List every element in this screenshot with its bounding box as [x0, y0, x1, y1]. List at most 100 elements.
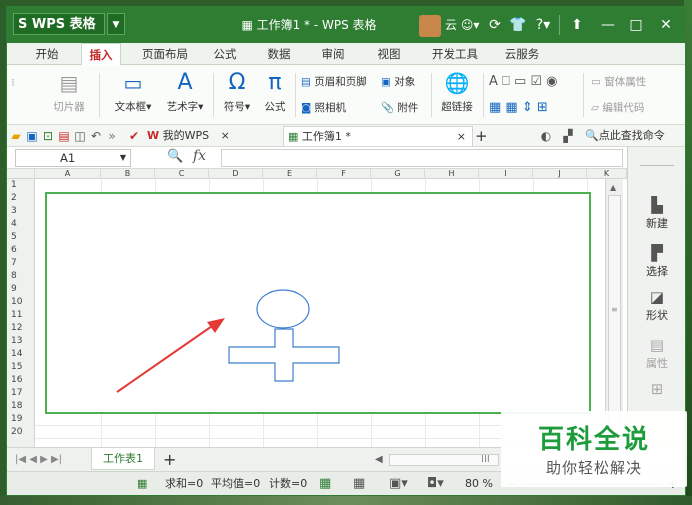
task-select-button[interactable]: ▛ 选择: [628, 243, 686, 279]
help-button[interactable]: ?▾: [531, 7, 555, 43]
row-header[interactable]: 5: [7, 231, 35, 244]
skin-icon[interactable]: 👕: [507, 7, 529, 43]
tab-settings-icon[interactable]: ▞: [561, 127, 575, 145]
row-header[interactable]: 7: [7, 257, 35, 270]
cross-shape[interactable]: [228, 328, 340, 382]
column-header[interactable]: E: [263, 169, 317, 179]
column-header[interactable]: K: [587, 169, 627, 179]
row-header[interactable]: 4: [7, 218, 35, 231]
open-folder-icon[interactable]: ▰: [9, 127, 23, 145]
form-controls-row2[interactable]: ▦ ▦ ⇕ ⊞: [489, 99, 548, 117]
minimize-button[interactable]: —: [595, 7, 621, 43]
symbol-button[interactable]: Ω 符号▾: [219, 65, 255, 125]
sheet-tab-1[interactable]: 工作表1: [91, 448, 155, 470]
slicer-button[interactable]: ▤ 切片器: [47, 65, 91, 125]
row-header[interactable]: 18: [7, 400, 35, 413]
column-header[interactable]: J: [533, 169, 587, 179]
tab-home[interactable]: 开始: [27, 43, 67, 65]
row-header[interactable]: 1: [7, 179, 35, 192]
hscroll-left-icon[interactable]: ◀: [375, 448, 383, 472]
collapse-ribbon-icon[interactable]: ⬆: [565, 7, 589, 43]
column-header[interactable]: D: [209, 169, 263, 179]
header-footer-button[interactable]: ▤ 页眉和页脚: [301, 73, 367, 91]
restore-button[interactable]: □: [623, 7, 649, 43]
row-header[interactable]: 6: [7, 244, 35, 257]
close-button[interactable]: ✕: [653, 7, 679, 43]
pin-icon[interactable]: ✔: [127, 127, 141, 145]
tab-cloud-services[interactable]: 云服务: [497, 43, 547, 65]
column-header[interactable]: C: [155, 169, 209, 179]
wordart-button[interactable]: A 艺术字▾: [161, 65, 209, 125]
textbox-button[interactable]: ▭ 文本框▾: [107, 65, 159, 125]
print-preview-icon[interactable]: ◫: [73, 127, 87, 145]
row-header[interactable]: 8: [7, 270, 35, 283]
camera-button[interactable]: ◙ 照相机: [301, 99, 346, 117]
tab-view[interactable]: 视图: [369, 43, 409, 65]
tab-workbook1[interactable]: ▦ 工作簿1 * ×: [283, 126, 473, 146]
attachment-button[interactable]: 📎 附件: [381, 99, 418, 117]
tab-review[interactable]: 审阅: [313, 43, 353, 65]
app-menu-dropdown[interactable]: ▼: [107, 13, 125, 35]
vertical-scrollbar[interactable]: ▲ ≡: [605, 179, 623, 447]
name-box[interactable]: A1 ▼: [15, 149, 131, 167]
undo-icon[interactable]: ↶: [89, 127, 103, 145]
close-tab-icon[interactable]: ×: [457, 127, 466, 147]
equation-button[interactable]: π 公式: [257, 65, 293, 125]
row-header[interactable]: 11: [7, 309, 35, 322]
task-shape-button[interactable]: ◪ 形状: [628, 287, 686, 323]
status-calc-icon[interactable]: ▦: [137, 472, 147, 496]
export-icon[interactable]: ⊡: [41, 127, 55, 145]
page-layout-view-icon[interactable]: ▦: [353, 472, 365, 496]
row-header[interactable]: 13: [7, 335, 35, 348]
wps-logo-button[interactable]: S WPS 表格: [13, 13, 105, 35]
task-properties-button[interactable]: ▤ 属性: [628, 335, 686, 371]
row-header[interactable]: 20: [7, 426, 35, 439]
hyperlink-button[interactable]: 🌐 超链接: [435, 65, 479, 125]
row-header[interactable]: 14: [7, 348, 35, 361]
sync-icon[interactable]: ⟳: [485, 7, 505, 43]
object-button[interactable]: ▣ 对象: [381, 73, 415, 91]
edit-code-button[interactable]: ▱ 编辑代码: [591, 99, 644, 117]
row-header[interactable]: 3: [7, 205, 35, 218]
select-all-corner[interactable]: [7, 169, 35, 179]
ribbon-scroll-left[interactable]: ⁝: [7, 65, 19, 125]
formula-input[interactable]: [221, 149, 623, 167]
form-controls-row1[interactable]: A ⎕ ▭ ☑ ◉: [489, 73, 558, 91]
task-more-button[interactable]: ⊞: [628, 379, 686, 399]
form-properties-button[interactable]: ▭ 窗体属性: [591, 73, 646, 91]
row-header[interactable]: 12: [7, 322, 35, 335]
zoom-formula-icon[interactable]: 🔍: [167, 149, 183, 164]
add-sheet-button[interactable]: +: [163, 448, 176, 472]
tab-data[interactable]: 数据: [259, 43, 299, 65]
column-header[interactable]: B: [101, 169, 155, 179]
new-tab-button[interactable]: +: [475, 126, 488, 146]
user-avatar[interactable]: [419, 15, 441, 37]
tab-developer[interactable]: 开发工具: [425, 43, 485, 65]
command-search[interactable]: 🔍点此查找命令: [585, 126, 665, 146]
task-new-button[interactable]: ▙ 新建: [628, 195, 686, 231]
close-tab-icon[interactable]: ×: [221, 129, 230, 142]
row-header[interactable]: 10: [7, 296, 35, 309]
row-header[interactable]: 2: [7, 192, 35, 205]
row-header[interactable]: 17: [7, 387, 35, 400]
worksheet-grid[interactable]: A B C D E F G H I J K 1 2 3 4 5 6 7 8 9 …: [7, 169, 627, 447]
column-header[interactable]: G: [371, 169, 425, 179]
tab-my-wps[interactable]: W 我的WPS ×: [147, 126, 230, 146]
reading-mode-icon[interactable]: ◘▾: [427, 472, 444, 496]
tab-page-layout[interactable]: 页面布局: [137, 43, 193, 65]
row-header[interactable]: 15: [7, 361, 35, 374]
drawing-canvas[interactable]: [45, 192, 591, 414]
scroll-up-icon[interactable]: ▲: [610, 183, 616, 192]
circle-shape[interactable]: [256, 289, 310, 329]
cloud-account[interactable]: 云 ☺▾: [445, 7, 479, 43]
scroll-thumb[interactable]: [608, 195, 621, 435]
row-header[interactable]: 16: [7, 374, 35, 387]
normal-view-icon[interactable]: ▦: [319, 472, 331, 496]
insert-function-button[interactable]: fx: [193, 148, 206, 164]
print-icon[interactable]: ▤: [57, 127, 71, 145]
row-header[interactable]: 19: [7, 413, 35, 426]
zoom-level[interactable]: 80 %: [465, 472, 493, 496]
save-icon[interactable]: ▣: [25, 127, 39, 145]
row-header[interactable]: 9: [7, 283, 35, 296]
more-commands-icon[interactable]: »: [105, 127, 119, 145]
